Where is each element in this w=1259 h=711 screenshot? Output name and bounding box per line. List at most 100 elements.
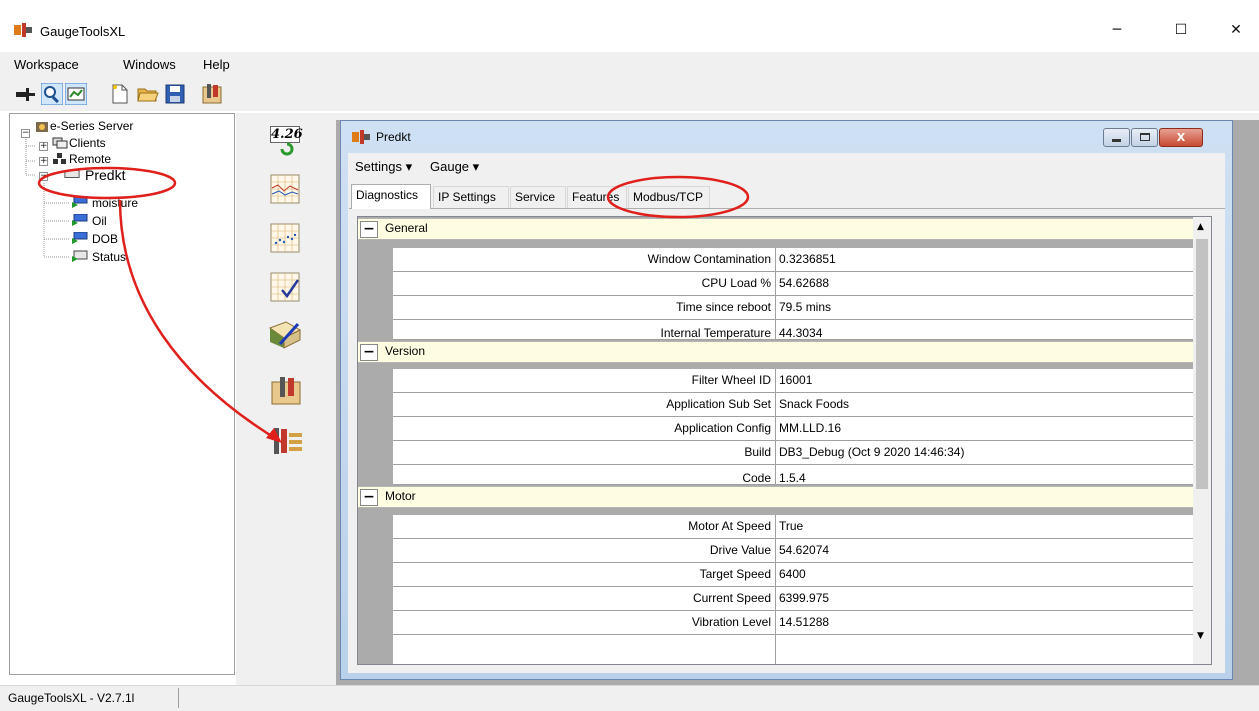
tree-node-remote[interactable]: Remote bbox=[69, 152, 111, 166]
collapse-version-toggle[interactable]: − bbox=[360, 344, 378, 361]
toolbox-icon[interactable] bbox=[270, 376, 302, 406]
row-value[interactable]: 14.51288 bbox=[775, 611, 1193, 634]
grid-row[interactable]: Time since reboot 79.5 mins bbox=[393, 296, 1193, 320]
menu-workspace[interactable]: Workspace bbox=[14, 57, 79, 72]
save-icon[interactable] bbox=[164, 83, 186, 105]
grid-row[interactable]: Drive Value 54.62074 bbox=[393, 539, 1193, 563]
app-title: GaugeToolsXL bbox=[40, 24, 126, 39]
grid-row[interactable]: Filter Wheel ID 16001 bbox=[393, 369, 1193, 393]
menu-gauge[interactable]: Gauge ▾ bbox=[430, 159, 479, 175]
status-bar bbox=[0, 685, 1259, 711]
row-value[interactable]: 54.62074 bbox=[775, 539, 1193, 562]
tree-node-status[interactable]: Status bbox=[92, 250, 126, 264]
category-label: Version bbox=[385, 344, 426, 358]
category-version[interactable]: − Version bbox=[358, 341, 1193, 363]
calibration-chart-icon[interactable] bbox=[270, 272, 300, 302]
row-value[interactable]: MM.LLD.16 bbox=[775, 417, 1193, 440]
row-value[interactable]: True bbox=[775, 515, 1193, 538]
tree-node-predkt[interactable]: Predkt bbox=[85, 167, 125, 183]
collapse-predkt-toggle[interactable]: − bbox=[39, 172, 48, 181]
row-value[interactable]: 79.5 mins bbox=[775, 296, 1193, 319]
row-value[interactable]: 1.5.4 bbox=[775, 465, 1193, 485]
row-label: Application Config bbox=[674, 421, 771, 435]
notebook-pen-icon[interactable] bbox=[268, 320, 302, 350]
grid-row[interactable]: Vibration Level 14.51288 bbox=[393, 611, 1193, 635]
status-icon bbox=[72, 250, 88, 262]
new-file-icon[interactable] bbox=[109, 83, 131, 105]
zoom-icon[interactable] bbox=[41, 83, 63, 105]
tree-node-oil[interactable]: Oil bbox=[92, 214, 107, 228]
category-general[interactable]: − General bbox=[358, 218, 1193, 240]
row-label: Build bbox=[744, 445, 771, 459]
category-motor[interactable]: − Motor bbox=[358, 486, 1193, 508]
expand-clients-toggle[interactable]: + bbox=[39, 142, 48, 151]
tree-node-clients[interactable]: Clients bbox=[69, 136, 106, 150]
grid-row[interactable]: Target Speed 6400 bbox=[393, 563, 1193, 587]
version-update-button[interactable]: 4.26 bbox=[270, 126, 304, 158]
dob-gauge-icon bbox=[72, 232, 88, 244]
collapse-general-toggle[interactable]: − bbox=[360, 221, 378, 238]
grid-row[interactable]: Application Sub Set Snack Foods bbox=[393, 393, 1193, 417]
oil-gauge-icon bbox=[72, 214, 88, 226]
grid-row[interactable]: Motor At Speed True bbox=[393, 515, 1193, 539]
tab-diagnostics[interactable]: Diagnostics bbox=[351, 184, 431, 209]
grid-row[interactable]: Internal Temperature 44.3034 bbox=[393, 320, 1193, 340]
grid-row[interactable]: Application Config MM.LLD.16 bbox=[393, 417, 1193, 441]
child-close-button[interactable]: X bbox=[1159, 128, 1203, 147]
row-value[interactable]: 16001 bbox=[775, 369, 1193, 392]
row-label: Vibration Level bbox=[691, 615, 771, 629]
grid-row[interactable]: Window Contamination 0.3236851 bbox=[393, 248, 1193, 272]
minimize-button[interactable]: ─ bbox=[1094, 14, 1140, 46]
scroll-up-icon[interactable]: ▲ bbox=[1197, 222, 1204, 232]
row-value[interactable]: DB3_Debug (Oct 9 2020 14:46:34) bbox=[775, 441, 1193, 464]
row-label: Motor At Speed bbox=[688, 519, 771, 533]
tree-node-server[interactable]: e-Series Server bbox=[50, 119, 133, 133]
child-minimize-button[interactable] bbox=[1103, 128, 1130, 147]
trend-chart-icon[interactable] bbox=[270, 174, 300, 204]
grid-row[interactable]: Current Speed 6399.975 bbox=[393, 587, 1193, 611]
grid-row[interactable]: Code 1.5.4 bbox=[393, 465, 1193, 485]
expand-remote-toggle[interactable]: + bbox=[39, 157, 48, 166]
grid-row-partial[interactable] bbox=[393, 635, 1193, 664]
row-value[interactable]: 54.62688 bbox=[775, 272, 1193, 295]
tab-strip-line bbox=[349, 208, 1225, 209]
menu-settings[interactable]: Settings ▾ bbox=[355, 159, 412, 175]
grid-row[interactable]: Build DB3_Debug (Oct 9 2020 14:46:34) bbox=[393, 441, 1193, 465]
predkt-window-icon bbox=[352, 130, 370, 144]
predkt-window-title: Predkt bbox=[376, 130, 411, 144]
row-label: CPU Load % bbox=[701, 276, 771, 290]
gauge-device-icon bbox=[64, 170, 80, 178]
row-value[interactable]: 44.3034 bbox=[775, 320, 1193, 340]
open-folder-icon[interactable] bbox=[137, 83, 159, 105]
tab-ip-settings[interactable]: IP Settings bbox=[433, 186, 509, 208]
server-icon bbox=[36, 122, 48, 132]
tab-features[interactable]: Features bbox=[567, 186, 627, 208]
maximize-button[interactable]: ☐ bbox=[1158, 14, 1204, 46]
row-value[interactable]: 0.3236851 bbox=[775, 248, 1193, 271]
collapse-server-toggle[interactable]: − bbox=[21, 129, 30, 138]
tab-modbus-tcp[interactable]: Modbus/TCP bbox=[628, 186, 710, 208]
row-value[interactable]: 6399.975 bbox=[775, 587, 1193, 610]
menu-windows[interactable]: Windows bbox=[123, 57, 176, 72]
device-tools-icon[interactable] bbox=[270, 425, 304, 457]
scatter-chart-icon[interactable] bbox=[270, 223, 300, 253]
collapse-motor-toggle[interactable]: − bbox=[360, 489, 378, 506]
tree-node-moisture[interactable]: moisture bbox=[92, 196, 138, 210]
tab-service[interactable]: Service bbox=[510, 186, 566, 208]
tree-node-dob[interactable]: DOB bbox=[92, 232, 118, 246]
menu-bar bbox=[0, 52, 1259, 78]
close-button[interactable]: ✕ bbox=[1213, 14, 1259, 46]
row-label: Target Speed bbox=[699, 567, 771, 581]
grid-row[interactable]: CPU Load % 54.62688 bbox=[393, 272, 1193, 296]
scroll-down-icon[interactable]: ▼ bbox=[1197, 631, 1204, 641]
pin-icon[interactable] bbox=[14, 83, 36, 105]
row-value[interactable]: Snack Foods bbox=[775, 393, 1193, 416]
grid-vertical-scrollbar[interactable]: ▲ ▼ bbox=[1193, 217, 1211, 664]
menu-help[interactable]: Help bbox=[203, 57, 230, 72]
scrollbar-thumb[interactable] bbox=[1196, 239, 1208, 489]
tools-icon[interactable] bbox=[201, 83, 223, 105]
view-icon[interactable] bbox=[65, 83, 87, 105]
row-value[interactable]: 6400 bbox=[775, 563, 1193, 586]
child-maximize-button[interactable] bbox=[1131, 128, 1158, 147]
row-value[interactable] bbox=[775, 635, 1193, 664]
